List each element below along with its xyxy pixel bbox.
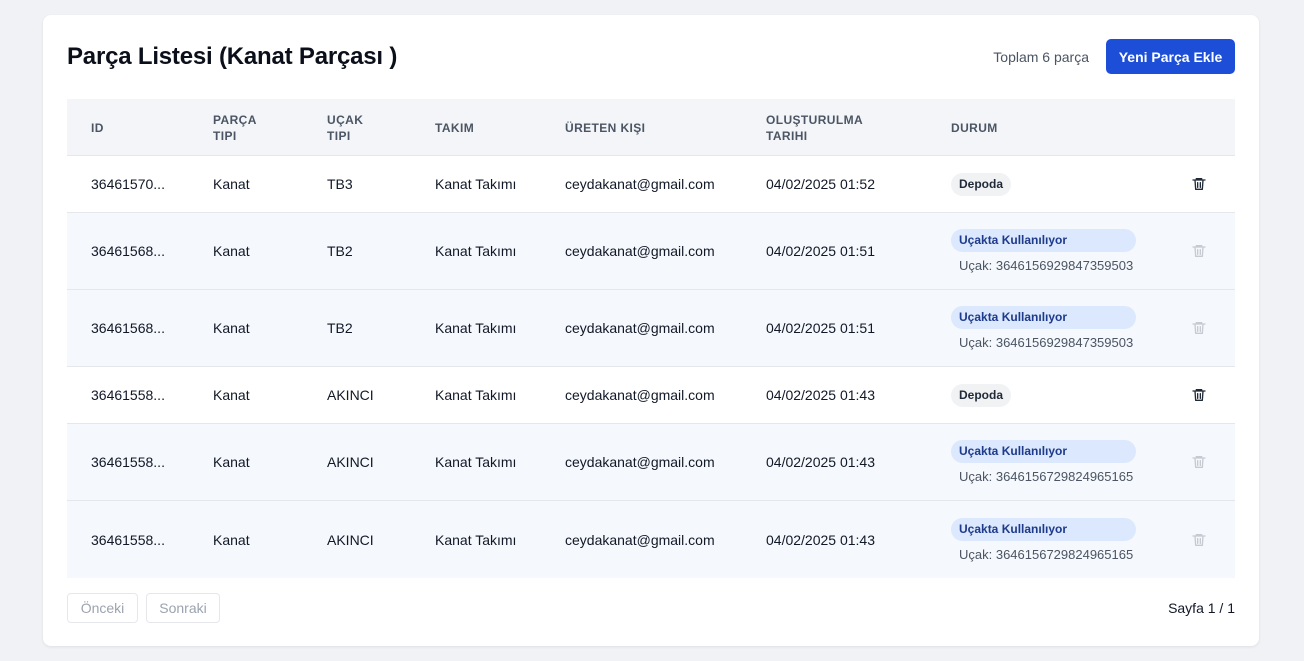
delete-button <box>1187 213 1211 289</box>
col-header-id: ID <box>91 120 104 135</box>
status-badge: Depoda <box>951 383 1012 407</box>
aircraft-type: AKINCI <box>327 387 374 403</box>
part-type: Kanat <box>213 387 250 403</box>
table-row: 36461568... Kanat TB2 Kanat Takımı ceydakana… <box>67 290 1235 367</box>
status-badge: Depoda <box>951 172 1012 196</box>
table-row: 36461558... Kanat AKINCI Kanat Takımı ceydak… <box>67 501 1235 578</box>
add-part-button[interactable]: Yeni Parça Ekle <box>1106 39 1235 74</box>
aircraft-type: TB3 <box>327 176 353 192</box>
aircraft-reference: Uçak: 3646156729824965165 <box>959 546 1134 562</box>
aircraft-reference: Uçak: 3646156929847359503 <box>959 335 1134 350</box>
trash-icon <box>1191 320 1207 336</box>
created-date: 04/02/2025 01:51 <box>766 243 875 259</box>
created-date: 04/02/2025 01:43 <box>766 454 875 470</box>
created-date: 04/02/2025 01:43 <box>766 387 875 403</box>
part-id: 36461570... <box>91 176 165 192</box>
created-date: 04/02/2025 01:51 <box>766 320 875 336</box>
trash-icon <box>1191 176 1207 192</box>
part-id: 36461568... <box>91 320 165 336</box>
part-id: 36461558... <box>91 387 165 403</box>
table-header: ID PARÇA TIPI UÇAK TIPI TAKIM ÜRETEN KIŞ… <box>67 99 1235 156</box>
status-cell: Uçakta Kullanılıyor Uçak: 364615672982496… <box>951 424 1136 500</box>
aircraft-type: AKINCI <box>327 454 374 470</box>
part-id: 36461558... <box>91 531 165 548</box>
trash-icon <box>1191 387 1207 403</box>
status-cell: Uçakta Kullanılıyor Uçak: 364615692984735… <box>951 213 1136 289</box>
team-name: Kanat Takımı <box>435 387 517 403</box>
col-header-status: DURUM <box>951 120 998 135</box>
creator-email: ceydakanat@gmail.com <box>565 243 715 259</box>
delete-button <box>1187 501 1211 578</box>
col-header-plane: UÇAK TIPI <box>327 112 364 143</box>
team-name: Kanat Takımı <box>435 243 517 259</box>
delete-button <box>1187 424 1211 500</box>
creator-email: ceydakanat@gmail.com <box>565 531 715 548</box>
status-cell: Uçakta Kullanılıyor Uçak: 364615692984735… <box>951 290 1136 366</box>
team-name: Kanat Takımı <box>435 176 517 192</box>
trash-icon <box>1191 243 1207 259</box>
aircraft-reference: Uçak: 3646156929847359503 <box>959 258 1134 273</box>
parts-card: Parça Listesi (Kanat Parçası ) Toplam 6 … <box>43 15 1259 646</box>
team-name: Kanat Takımı <box>435 320 517 336</box>
team-name: Kanat Takımı <box>435 531 517 548</box>
page-title: Parça Listesi (Kanat Parçası ) <box>67 43 398 70</box>
status-badge: Uçakta Kullanılıyor <box>951 440 1136 463</box>
col-header-user: ÜRETEN KIŞI <box>565 120 646 135</box>
creator-email: ceydakanat@gmail.com <box>565 320 715 336</box>
status-badge: Uçakta Kullanılıyor <box>951 306 1136 329</box>
created-date: 04/02/2025 01:43 <box>766 531 875 548</box>
previous-page-button[interactable]: Önceki <box>67 593 138 623</box>
parts-table: ID PARÇA TIPI UÇAK TIPI TAKIM ÜRETEN KIŞ… <box>67 99 1235 578</box>
col-header-date: OLUŞTURULMA TARIHI <box>766 112 863 143</box>
part-type: Kanat <box>213 176 250 192</box>
part-type: Kanat <box>213 454 250 470</box>
table-body: 36461570... Kanat TB3 Kanat Takımı ceydakana… <box>67 156 1235 578</box>
part-id: 36461568... <box>91 243 165 259</box>
delete-button[interactable] <box>1187 367 1211 423</box>
total-count: Toplam 6 parça <box>993 49 1089 65</box>
delete-button[interactable] <box>1187 156 1211 212</box>
table-row: 36461558... Kanat AKINCI Kanat Takımı ceydak… <box>67 367 1235 424</box>
creator-email: ceydakanat@gmail.com <box>565 454 715 470</box>
page-indicator: Sayfa 1 / 1 <box>1168 600 1235 616</box>
part-type: Kanat <box>213 531 250 548</box>
creator-email: ceydakanat@gmail.com <box>565 176 715 192</box>
status-badge: Uçakta Kullanılıyor <box>951 517 1136 541</box>
delete-button <box>1187 290 1211 366</box>
aircraft-type: TB2 <box>327 320 353 336</box>
status-badge: Uçakta Kullanılıyor <box>951 229 1136 252</box>
status-cell: Depoda <box>951 156 1012 212</box>
table-row: 36461558... Kanat AKINCI Kanat Takımı ceydak… <box>67 424 1235 501</box>
col-header-type: PARÇA TIPI <box>213 112 257 143</box>
table-row: 36461568... Kanat TB2 Kanat Takımı ceydakana… <box>67 213 1235 290</box>
trash-icon <box>1191 532 1207 548</box>
creator-email: ceydakanat@gmail.com <box>565 387 715 403</box>
status-cell: Depoda <box>951 367 1012 423</box>
aircraft-reference: Uçak: 3646156729824965165 <box>959 469 1134 484</box>
created-date: 04/02/2025 01:52 <box>766 176 875 192</box>
part-id: 36461558... <box>91 454 165 470</box>
aircraft-type: AKINCI <box>327 531 374 548</box>
next-page-button[interactable]: Sonraki <box>146 593 220 623</box>
trash-icon <box>1191 454 1207 470</box>
team-name: Kanat Takımı <box>435 454 517 470</box>
table-row: 36461570... Kanat TB3 Kanat Takımı ceydakana… <box>67 156 1235 213</box>
part-type: Kanat <box>213 320 250 336</box>
col-header-team: TAKIM <box>435 120 475 135</box>
status-cell: Uçakta Kullanılıyor Uçak: 364615672982496… <box>951 501 1136 578</box>
aircraft-type: TB2 <box>327 243 353 259</box>
part-type: Kanat <box>213 243 250 259</box>
